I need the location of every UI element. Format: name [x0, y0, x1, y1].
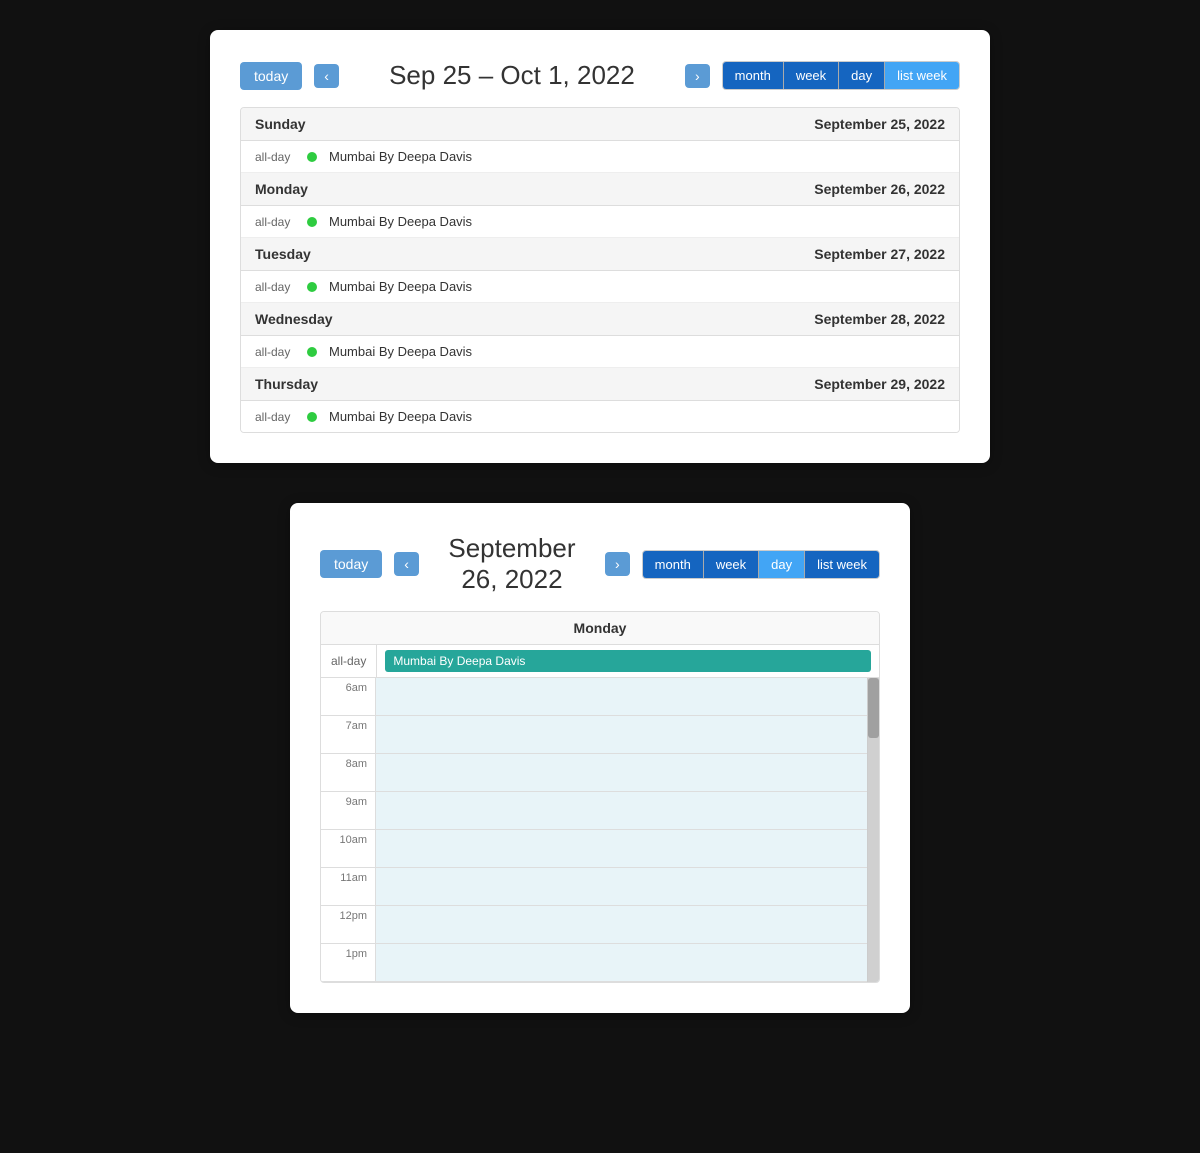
time-cell-10am[interactable] — [376, 830, 867, 867]
time-cell-8am[interactable] — [376, 754, 867, 791]
bottom-toolbar: today ‹ September 26, 2022 › month week … — [320, 533, 880, 595]
event-dot-icon-thu — [307, 412, 317, 422]
time-cell-12pm[interactable] — [376, 906, 867, 943]
allday-row: all-day Mumbai By Deepa Davis — [321, 645, 879, 678]
day-name-wednesday: Wednesday — [255, 311, 333, 327]
top-view-day[interactable]: day — [839, 62, 885, 89]
bottom-next-button[interactable]: › — [605, 552, 630, 576]
top-view-listweek[interactable]: list week — [885, 62, 959, 89]
scrollbar[interactable] — [867, 678, 879, 982]
event-row-tuesday-1[interactable]: all-day Mumbai By Deepa Davis — [241, 271, 959, 303]
all-day-label-wed: all-day — [255, 345, 295, 359]
time-cell-11am[interactable] — [376, 868, 867, 905]
all-day-label-mon: all-day — [255, 215, 295, 229]
time-label-7am: 7am — [321, 716, 376, 753]
time-label-9am: 9am — [321, 792, 376, 829]
top-title-container: Sep 25 – Oct 1, 2022 — [351, 60, 673, 91]
scrollbar-thumb[interactable] — [868, 678, 879, 738]
bottom-title-container: September 26, 2022 — [431, 533, 593, 595]
event-row-sunday-1[interactable]: all-day Mumbai By Deepa Davis — [241, 141, 959, 173]
allday-event-cell[interactable]: Mumbai By Deepa Davis — [377, 645, 879, 677]
time-cell-1pm[interactable] — [376, 944, 867, 981]
all-day-label: all-day — [255, 150, 295, 164]
time-label-11am: 11am — [321, 868, 376, 905]
allday-row-label: all-day — [321, 645, 377, 677]
day-header-sunday: Sunday September 25, 2022 — [241, 108, 959, 141]
time-cell-7am[interactable] — [376, 716, 867, 753]
allday-event-bar[interactable]: Mumbai By Deepa Davis — [385, 650, 871, 672]
time-label-10am: 10am — [321, 830, 376, 867]
event-dot-icon-tue — [307, 282, 317, 292]
day-view-column-header: Monday — [321, 612, 879, 645]
day-date-sunday: September 25, 2022 — [814, 116, 945, 132]
day-header-thursday: Thursday September 29, 2022 — [241, 368, 959, 401]
time-label-12pm: 12pm — [321, 906, 376, 943]
bottom-view-day[interactable]: day — [759, 551, 805, 578]
time-label-1pm: 1pm — [321, 944, 376, 981]
day-date-wednesday: September 28, 2022 — [814, 311, 945, 327]
event-dot-icon-wed — [307, 347, 317, 357]
time-row-12pm: 12pm — [321, 906, 867, 944]
day-name-monday: Monday — [255, 181, 308, 197]
top-prev-button[interactable]: ‹ — [314, 64, 339, 88]
time-row-7am: 7am — [321, 716, 867, 754]
bottom-view-week[interactable]: week — [704, 551, 759, 578]
day-header-wednesday: Wednesday September 28, 2022 — [241, 303, 959, 336]
event-title-monday-1: Mumbai By Deepa Davis — [329, 214, 472, 229]
top-view-group: month week day list week — [722, 61, 960, 90]
event-title-sunday-1: Mumbai By Deepa Davis — [329, 149, 472, 164]
top-calendar-title: Sep 25 – Oct 1, 2022 — [389, 60, 635, 90]
top-list-calendar: Sunday September 25, 2022 all-day Mumbai… — [240, 107, 960, 433]
all-day-label-tue: all-day — [255, 280, 295, 294]
bottom-calendar-card: today ‹ September 26, 2022 › month week … — [290, 503, 910, 1013]
time-slots-container: 6am 7am 8am 9am 10am — [321, 678, 867, 982]
top-toolbar: today ‹ Sep 25 – Oct 1, 2022 › month wee… — [240, 60, 960, 91]
day-name-sunday: Sunday — [255, 116, 306, 132]
day-header-monday: Monday September 26, 2022 — [241, 173, 959, 206]
time-label-6am: 6am — [321, 678, 376, 715]
time-cell-9am[interactable] — [376, 792, 867, 829]
top-calendar-card: today ‹ Sep 25 – Oct 1, 2022 › month wee… — [210, 30, 990, 463]
event-row-wednesday-1[interactable]: all-day Mumbai By Deepa Davis — [241, 336, 959, 368]
day-name-tuesday: Tuesday — [255, 246, 311, 262]
top-today-button[interactable]: today — [240, 62, 302, 90]
bottom-prev-button[interactable]: ‹ — [394, 552, 419, 576]
event-row-monday-1[interactable]: all-day Mumbai By Deepa Davis — [241, 206, 959, 238]
event-title-thursday-1: Mumbai By Deepa Davis — [329, 409, 472, 424]
time-row-9am: 9am — [321, 792, 867, 830]
day-name-thursday: Thursday — [255, 376, 318, 392]
time-cell-6am[interactable] — [376, 678, 867, 715]
time-row-10am: 10am — [321, 830, 867, 868]
top-view-week[interactable]: week — [784, 62, 839, 89]
all-day-label-thu: all-day — [255, 410, 295, 424]
time-grid[interactable]: 6am 7am 8am 9am 10am — [321, 678, 879, 982]
top-view-month[interactable]: month — [723, 62, 784, 89]
event-title-wednesday-1: Mumbai By Deepa Davis — [329, 344, 472, 359]
day-date-monday: September 26, 2022 — [814, 181, 945, 197]
bottom-day-view: Monday all-day Mumbai By Deepa Davis 6am… — [320, 611, 880, 983]
day-date-tuesday: September 27, 2022 — [814, 246, 945, 262]
time-row-8am: 8am — [321, 754, 867, 792]
event-dot-icon-mon — [307, 217, 317, 227]
time-row-1pm: 1pm — [321, 944, 867, 982]
bottom-view-group: month week day list week — [642, 550, 880, 579]
event-dot-icon — [307, 152, 317, 162]
event-row-thursday-1[interactable]: all-day Mumbai By Deepa Davis — [241, 401, 959, 432]
event-title-tuesday-1: Mumbai By Deepa Davis — [329, 279, 472, 294]
bottom-today-button[interactable]: today — [320, 550, 382, 578]
bottom-view-listweek[interactable]: list week — [805, 551, 879, 578]
day-date-thursday: September 29, 2022 — [814, 376, 945, 392]
day-header-tuesday: Tuesday September 27, 2022 — [241, 238, 959, 271]
top-next-button[interactable]: › — [685, 64, 710, 88]
time-row-6am: 6am — [321, 678, 867, 716]
time-row-11am: 11am — [321, 868, 867, 906]
bottom-view-month[interactable]: month — [643, 551, 704, 578]
bottom-calendar-title: September 26, 2022 — [448, 533, 575, 594]
time-label-8am: 8am — [321, 754, 376, 791]
